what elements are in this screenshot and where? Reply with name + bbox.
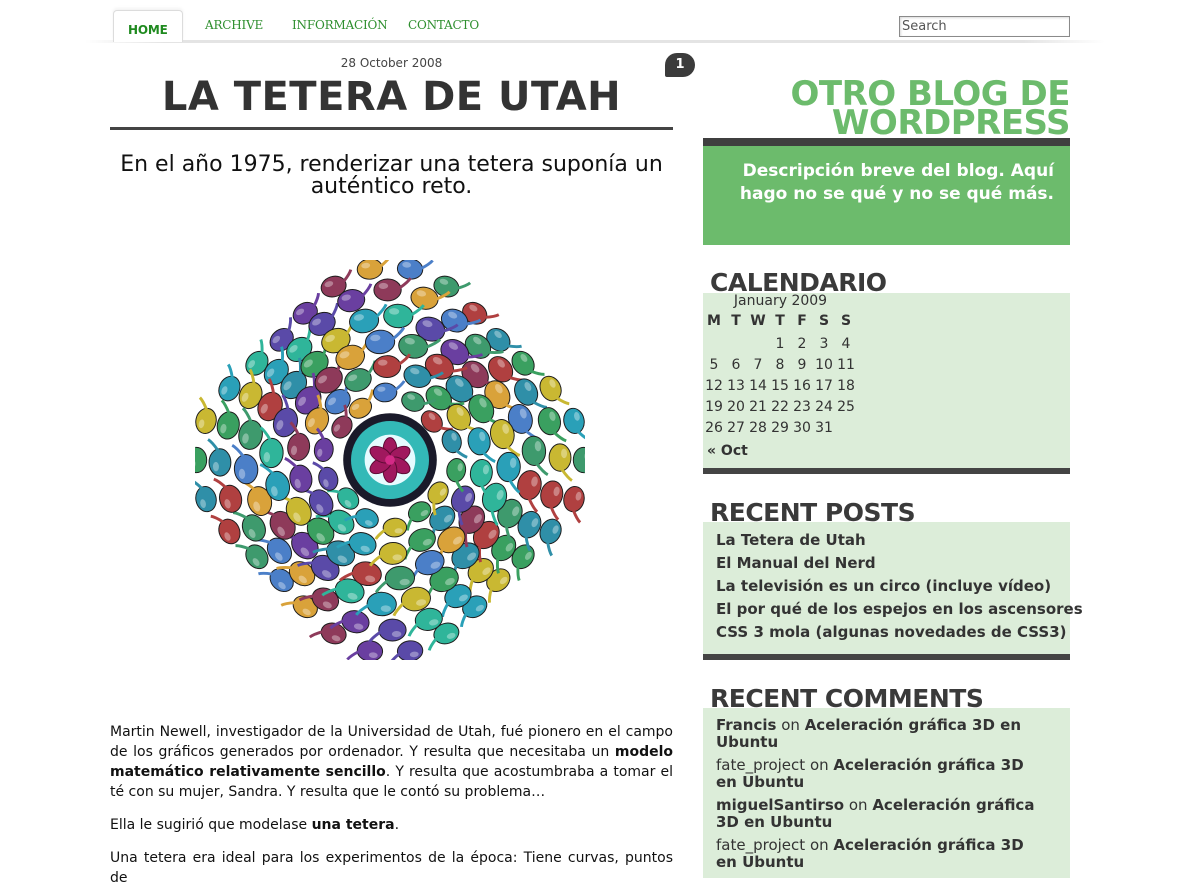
- recent-comment-item: fate_project on Aceleración gráfica 3D e…: [716, 757, 1046, 791]
- search-input[interactable]: [899, 16, 1070, 37]
- calendar-day: 14: [749, 378, 767, 394]
- calendar-day: 4: [841, 336, 851, 352]
- calendar-day: 15: [771, 378, 789, 394]
- calendar-weekday: M: [707, 313, 721, 329]
- calendar-weekday: T: [775, 313, 785, 329]
- calendar-day: 30: [793, 420, 811, 436]
- blog-name[interactable]: OTRO BLOG DE WORDPRESS: [703, 77, 1071, 140]
- tab-contacto[interactable]: CONTACTO: [408, 18, 479, 42]
- calendar-day: 9: [797, 357, 807, 373]
- comment-author-link[interactable]: fate_project: [716, 836, 805, 854]
- calendar-day: 16: [793, 378, 811, 394]
- post-paragraph-3: Una tetera era ideal para los experiment…: [110, 850, 673, 886]
- calendar-day: 20: [727, 399, 745, 415]
- calendar-caption: January 2009: [733, 293, 828, 309]
- calendar-day: 18: [837, 378, 855, 394]
- recent-post-link[interactable]: El Manual del Nerd: [716, 553, 876, 573]
- comment-on-label: on: [781, 716, 800, 734]
- recent-post-link[interactable]: CSS 3 mola (algunas novedades de CSS3): [716, 622, 1067, 642]
- calendar-day: 7: [753, 357, 763, 373]
- recent-comment-item: fate_project on Aceleración gráfica 3D e…: [716, 837, 1046, 871]
- tab-home[interactable]: HOME: [113, 10, 183, 42]
- calendar-day: 26: [705, 420, 723, 436]
- recent-post-link[interactable]: La televisión es un circo (incluye vídeo…: [716, 576, 1051, 596]
- calendar-day: 1: [775, 336, 785, 352]
- comment-author-link[interactable]: fate_project: [716, 756, 805, 774]
- calendar-day: 2: [797, 336, 807, 352]
- calendar-day: 17: [815, 378, 833, 394]
- post-subtitle: En el año 1975, renderizar una tetera su…: [120, 152, 663, 199]
- calendar-prev-link[interactable]: « Oct: [707, 443, 748, 459]
- post-title[interactable]: LA TETERA DE UTAH: [110, 74, 673, 120]
- calendar-weekday: T: [731, 313, 741, 329]
- calendar-day: 3: [819, 336, 829, 352]
- title-divider: [110, 127, 673, 130]
- tab-informacion[interactable]: INFORMACIÓN: [292, 18, 388, 42]
- calendar-day: 10: [815, 357, 833, 373]
- calendar-day: 24: [815, 399, 833, 415]
- calendar-weekday: W: [750, 313, 766, 329]
- calendar-day: 21: [749, 399, 767, 415]
- calendar-day: 5: [709, 357, 719, 373]
- calendar-day: 29: [771, 420, 789, 436]
- calendar-day: 27: [727, 420, 745, 436]
- calendar-day: 25: [837, 399, 855, 415]
- recent-comment-item: miguelSantirso on Aceleración gráfica 3D…: [716, 797, 1046, 831]
- calendar-footer-bar: [703, 468, 1070, 474]
- comment-author-link[interactable]: miguelSantirso: [716, 796, 844, 814]
- description-bar: [703, 138, 1070, 146]
- recent-posts-footer-bar: [703, 654, 1070, 660]
- tab-archive[interactable]: ARCHIVE: [205, 18, 263, 42]
- recent-comments-title: RECENT COMMENTS: [710, 684, 984, 713]
- calendar-day: 23: [793, 399, 811, 415]
- comment-on-label: on: [809, 756, 829, 774]
- comment-on-label: on: [848, 796, 868, 814]
- calendar-weekday: S: [818, 313, 830, 329]
- recent-post-link[interactable]: La Tetera de Utah: [716, 530, 866, 550]
- recent-comment-item: Francis on Aceleración gráfica 3D en Ubu…: [716, 717, 1046, 751]
- comment-on-label: on: [809, 836, 829, 854]
- calendar-day: 22: [771, 399, 789, 415]
- calendar-day: 19: [705, 399, 723, 415]
- calendar-day: 6: [731, 357, 741, 373]
- calendar-day: 8: [775, 357, 785, 373]
- calendar-weekday: S: [840, 313, 852, 329]
- recent-post-link[interactable]: El por qué de los espejos en los ascenso…: [716, 599, 1083, 619]
- blog-description: Descripción breve del blog. Aquí hago no…: [703, 146, 1070, 245]
- calendar-weekday: F: [797, 313, 807, 329]
- calendar-day: 31: [815, 420, 833, 436]
- post-paragraph-1: Martin Newell, investigador de la Univer…: [110, 724, 673, 800]
- calendar-day: 28: [749, 420, 767, 436]
- post-date: 28 October 2008: [340, 56, 443, 70]
- recent-posts-title: RECENT POSTS: [710, 498, 916, 527]
- calendar-day: 12: [705, 378, 723, 394]
- post-paragraph-2: Ella le sugirió que modelase una tetera.: [110, 817, 400, 833]
- calendar-day: 11: [837, 357, 855, 373]
- comment-author-link[interactable]: Francis: [716, 716, 776, 734]
- calendar-day: 13: [727, 378, 745, 394]
- teapot-kaleidoscope-icon: [195, 260, 585, 660]
